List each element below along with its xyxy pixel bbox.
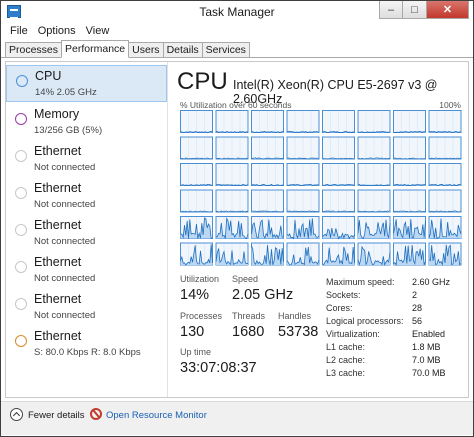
title-bar[interactable]: Task Manager – □ ✕ [1,1,473,23]
processes-value: 130 [180,324,205,340]
utilization-label: Utilization [180,274,220,284]
chevron-up-icon[interactable] [10,408,23,421]
sidebar-item-ethernet[interactable]: Ethernet Not connected [6,289,167,326]
sidebar-item-memory[interactable]: Memory 13/256 GB (5%) [6,104,167,141]
sidebar-item-name: Memory [34,107,80,121]
tab-processes[interactable]: Processes [5,42,63,57]
sidebar-item-ethernet[interactable]: Ethernet Not connected [6,141,167,178]
logical-processor-graphs [180,110,462,267]
spec-label: Sockets: [326,290,361,300]
fewer-details-link[interactable]: Fewer details [28,410,85,421]
uptime-label: Up time [180,347,212,357]
spec-value: 2.60 GHz [412,277,451,287]
ethernet-graph-icon [15,298,27,310]
sidebar-item-detail: Not connected [34,162,96,173]
maximize-button[interactable]: □ [403,1,427,19]
cpu-detail-pane: CPU Intel(R) Xeon(R) CPU E5-2697 v3 @ 2.… [172,62,469,397]
sidebar-item-detail: 13/256 GB (5%) [34,125,103,136]
minimize-button[interactable]: – [379,1,403,19]
sidebar-item-ethernet[interactable]: Ethernet Not connected [6,215,167,252]
spec-label: Logical processors: [326,316,404,326]
spec-label: Virtualization: [326,329,380,339]
tab-users[interactable]: Users [128,42,164,57]
sidebar-item-name: CPU [35,69,62,83]
resource-sidebar: CPU 14% 2.05 GHz Memory 13/256 GB (5%) E… [6,62,168,397]
ethernet-graph-icon [15,261,27,273]
cpu-heading: CPU [177,68,228,95]
spec-value: 7.0 MB [412,355,441,365]
sidebar-item-detail: 14% 2.05 GHz [35,87,97,98]
close-button[interactable]: ✕ [427,1,469,19]
menu-options[interactable]: Options [33,23,81,40]
sidebar-item-name: Ethernet [34,218,82,232]
uptime-value: 33:07:08:37 [180,360,257,376]
tab-performance[interactable]: Performance [61,40,130,58]
sidebar-item-cpu[interactable]: CPU 14% 2.05 GHz [6,65,167,102]
ethernet-graph-icon [15,335,27,347]
window-controls: – □ ✕ [379,1,469,19]
menu-file[interactable]: File [5,23,33,40]
spec-value: 70.0 MB [412,368,446,378]
sidebar-item-name: Ethernet [34,144,82,158]
sidebar-item-ethernet[interactable]: Ethernet Not connected [6,178,167,215]
sidebar-item-detail: S: 80.0 Kbps R: 8.0 Kbps [34,347,141,358]
ethernet-graph-icon [15,150,27,162]
ethernet-graph-icon [15,224,27,236]
handles-value: 53738 [278,324,319,340]
sidebar-item-name: Ethernet [34,181,82,195]
spec-value: 1.8 MB [412,342,441,352]
tab-details[interactable]: Details [162,42,203,57]
spec-value: Enabled [412,329,446,339]
menu-bar: File Options View [1,23,473,40]
processes-label: Processes [180,311,223,321]
sidebar-item-ethernet[interactable]: Ethernet S: 80.0 Kbps R: 8.0 Kbps [6,326,167,363]
spec-label: L1 cache: [326,342,366,352]
sidebar-item-name: Ethernet [34,292,82,306]
graph-max-label: 100% [439,100,461,110]
sidebar-item-detail: Not connected [34,310,96,321]
utilization-value: 14% [180,287,210,303]
spec-value: 56 [412,316,423,326]
memory-graph-icon [15,113,27,125]
spec-label: L3 cache: [326,368,366,378]
menu-view[interactable]: View [81,23,115,40]
sidebar-item-detail: Not connected [34,273,96,284]
spec-label: L2 cache: [326,355,366,365]
speed-value: 2.05 GHz [232,287,294,303]
footer-bar: Fewer details Open Resource Monitor [1,401,473,435]
sidebar-item-detail: Not connected [34,236,96,247]
spec-value: 28 [412,303,423,313]
performance-panel: CPU 14% 2.05 GHz Memory 13/256 GB (5%) E… [5,61,469,398]
sidebar-item-name: Ethernet [34,255,82,269]
tab-bar: Processes Performance Users Details Serv… [1,40,473,58]
tab-services[interactable]: Services [201,42,250,57]
speed-label: Speed [232,274,259,284]
spec-label: Maximum speed: [326,277,395,287]
sidebar-item-name: Ethernet [34,329,82,343]
sidebar-item-detail: Not connected [34,199,96,210]
threads-label: Threads [232,311,266,321]
threads-value: 1680 [232,324,265,340]
handles-label: Handles [278,311,312,321]
sidebar-item-ethernet[interactable]: Ethernet Not connected [6,252,167,289]
spec-value: 2 [412,290,418,300]
open-resource-monitor-link[interactable]: Open Resource Monitor [106,410,207,421]
resource-monitor-icon[interactable] [90,408,102,420]
task-manager-window: Task Manager – □ ✕ File Options View Pro… [0,0,474,437]
spec-label: Cores: [326,303,353,313]
cpu-graph-icon [16,75,28,87]
graph-caption: % Utilization over 60 seconds [180,100,292,110]
ethernet-graph-icon [15,187,27,199]
